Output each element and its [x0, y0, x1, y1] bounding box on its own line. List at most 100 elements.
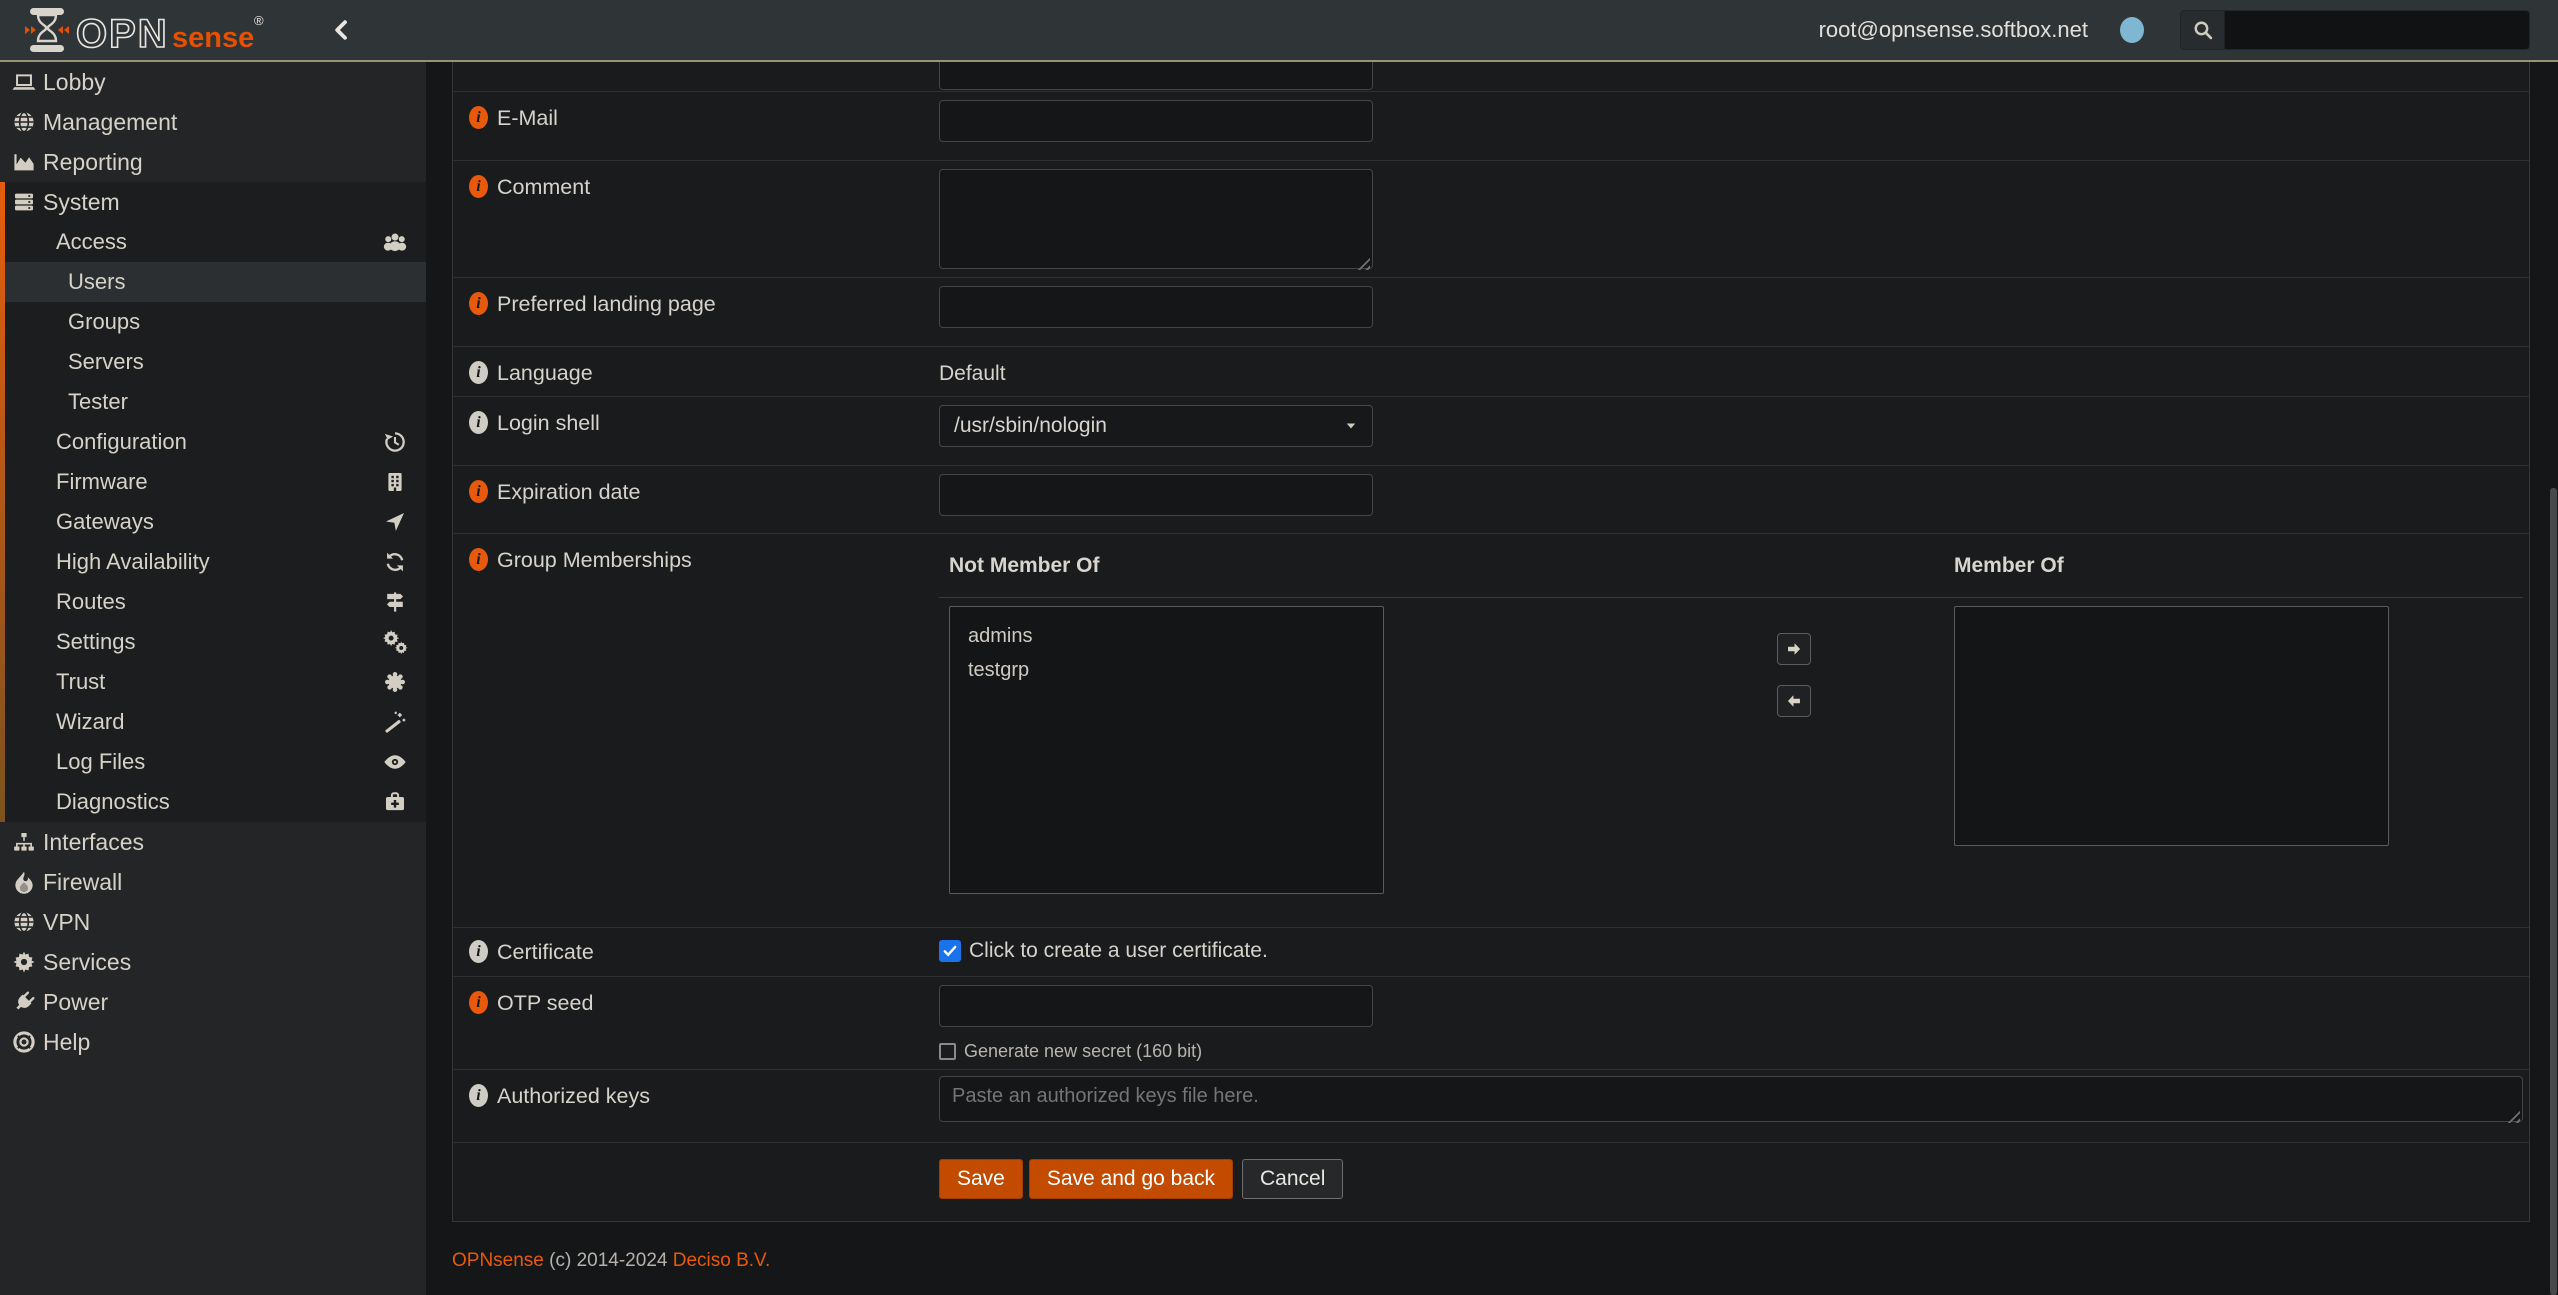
opnsense-logo[interactable]: OPN sense ® — [24, 5, 274, 55]
search-icon — [2192, 19, 2214, 41]
sidebar-item-firmware[interactable]: Firmware — [5, 462, 426, 502]
medkit-icon — [382, 789, 408, 815]
field-label: Certificate — [497, 939, 594, 965]
expiration-date-field[interactable] — [939, 474, 1373, 516]
form-row-landing-page: i Preferred landing page — [453, 277, 2529, 346]
sidebar-item-firewall[interactable]: Firewall — [0, 862, 426, 902]
form-row-authorized-keys: i Authorized keys — [453, 1069, 2529, 1142]
create-certificate-checkbox[interactable] — [939, 940, 961, 962]
search-input[interactable] — [2225, 11, 2529, 49]
history-icon — [382, 429, 408, 455]
sidebar-item-log-files[interactable]: Log Files — [5, 742, 426, 782]
sidebar-item-label: Lobby — [43, 69, 106, 96]
info-icon[interactable]: i — [469, 411, 488, 434]
sidebar-item-label: Configuration — [56, 429, 187, 455]
info-icon[interactable]: i — [469, 292, 488, 315]
field-label: Authorized keys — [497, 1083, 650, 1109]
not-member-of-header: Not Member Of — [949, 554, 1100, 578]
form-row-login-shell: i Login shell /usr/sbin/nologin — [453, 396, 2529, 465]
sidebar-item-label: System — [43, 189, 120, 216]
sidebar-item-groups[interactable]: Groups — [5, 302, 426, 342]
authorized-keys-field[interactable] — [939, 1076, 2523, 1122]
globe-icon — [11, 909, 37, 935]
sidebar-item-configuration[interactable]: Configuration — [5, 422, 426, 462]
certificate-checkbox-label: Click to create a user certificate. — [969, 939, 1268, 963]
group-option[interactable]: testgrp — [950, 653, 1383, 687]
sidebar-item-trust[interactable]: Trust — [5, 662, 426, 702]
sidebar-item-label: Trust — [56, 669, 105, 695]
brand-prefix: OPN — [76, 12, 169, 55]
sidebar-item-high-availability[interactable]: High Availability — [5, 542, 426, 582]
sidebar-item-label: Tester — [68, 389, 128, 415]
comment-field[interactable] — [939, 169, 1373, 269]
field-label: Comment — [497, 174, 590, 200]
search-icon-area — [2181, 11, 2225, 49]
cancel-button[interactable]: Cancel — [1242, 1159, 1343, 1199]
sidebar-item-services[interactable]: Services — [0, 942, 426, 982]
not-member-of-listbox[interactable]: admins testgrp — [949, 606, 1384, 894]
sidebar-item-label: Reporting — [43, 149, 143, 176]
field-label: OTP seed — [497, 990, 593, 1016]
sidebar-item-system[interactable]: System — [5, 182, 426, 222]
registered-mark: ® — [254, 13, 264, 28]
sidebar-item-access[interactable]: Access — [5, 222, 426, 262]
move-to-not-member-button[interactable] — [1777, 685, 1811, 717]
save-button[interactable]: Save — [939, 1159, 1023, 1199]
eye-icon — [382, 749, 408, 775]
landing-page-field[interactable] — [939, 286, 1373, 328]
otp-seed-field[interactable] — [939, 985, 1373, 1027]
fire-icon — [11, 869, 37, 895]
sidebar-item-lobby[interactable]: Lobby — [0, 62, 426, 102]
sidebar-item-label: Routes — [56, 589, 126, 615]
info-icon[interactable]: i — [469, 106, 488, 129]
opnsense-footer-link[interactable]: OPNsense — [452, 1250, 544, 1271]
generate-secret-checkbox[interactable] — [939, 1043, 956, 1060]
opnsense-app: OPN sense ® root@opnsense.softbox.net — [0, 0, 2558, 1295]
sidebar-item-servers[interactable]: Servers — [5, 342, 426, 382]
info-icon[interactable]: i — [469, 361, 488, 384]
sidebar-item-settings[interactable]: Settings — [5, 622, 426, 662]
sidebar-item-power[interactable]: Power — [0, 982, 426, 1022]
refresh-icon — [382, 549, 408, 575]
info-icon[interactable]: i — [469, 1084, 488, 1107]
form-row-expiration-date: i Expiration date — [453, 465, 2529, 533]
field-label: Group Memberships — [497, 547, 692, 573]
scrolled-input-bottom[interactable] — [939, 62, 1373, 90]
deciso-footer-link[interactable]: Deciso B.V. — [673, 1250, 771, 1271]
email-field[interactable] — [939, 100, 1373, 142]
save-and-go-back-button[interactable]: Save and go back — [1029, 1159, 1233, 1199]
sidebar-item-interfaces[interactable]: Interfaces — [0, 822, 426, 862]
globe-icon — [11, 109, 37, 135]
info-icon[interactable]: i — [469, 548, 488, 571]
sidebar-item-vpn[interactable]: VPN — [0, 902, 426, 942]
server-icon — [11, 189, 37, 215]
chevron-left-icon — [330, 18, 354, 42]
sidebar-item-tester[interactable]: Tester — [5, 382, 426, 422]
form-row-actions: Save Save and go back Cancel — [453, 1142, 2529, 1222]
sidebar-item-wizard[interactable]: Wizard — [5, 702, 426, 742]
sidebar-item-reporting[interactable]: Reporting — [0, 142, 426, 182]
sidebar-item-help[interactable]: Help — [0, 1022, 426, 1062]
login-shell-select[interactable]: /usr/sbin/nologin — [939, 405, 1373, 447]
logged-in-user: root@opnsense.softbox.net — [1819, 17, 2088, 43]
info-icon[interactable]: i — [469, 940, 488, 963]
info-icon[interactable]: i — [469, 991, 488, 1014]
info-icon[interactable]: i — [469, 480, 488, 503]
page-scrollbar-thumb[interactable] — [2550, 488, 2557, 1295]
group-option[interactable]: admins — [950, 619, 1383, 653]
sidebar-item-label: Gateways — [56, 509, 154, 535]
sidebar-item-label: Firewall — [43, 869, 122, 896]
sidebar-item-gateways[interactable]: Gateways — [5, 502, 426, 542]
sidebar-collapse-button[interactable] — [330, 18, 354, 42]
info-icon[interactable]: i — [469, 175, 488, 198]
sidebar-item-routes[interactable]: Routes — [5, 582, 426, 622]
move-to-member-button[interactable] — [1777, 633, 1811, 665]
sidebar-item-management[interactable]: Management — [0, 102, 426, 142]
sidebar-item-label: Users — [68, 269, 125, 295]
member-of-listbox[interactable] — [1954, 606, 2389, 846]
sidebar-item-diagnostics[interactable]: Diagnostics — [5, 782, 426, 822]
sidebar-nav: Lobby Management Reporting System Access — [0, 62, 426, 1295]
sitemap-icon — [11, 829, 37, 855]
sidebar-item-users[interactable]: Users — [5, 262, 426, 302]
copyright-text: (c) 2014-2024 — [544, 1250, 673, 1271]
